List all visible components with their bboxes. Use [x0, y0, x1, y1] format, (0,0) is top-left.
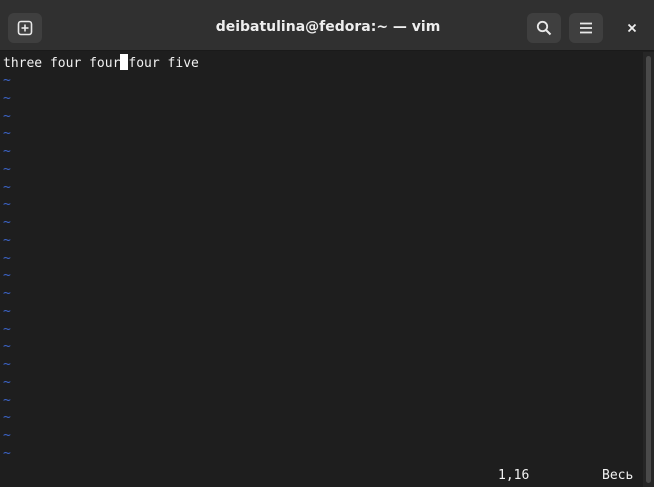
scrollbar-thumb[interactable]: [646, 56, 651, 483]
empty-line-tilde: ~: [3, 374, 11, 390]
empty-line-tilde: ~: [3, 232, 11, 248]
empty-line-tilde: ~: [3, 428, 11, 443]
empty-line-tilde: ~: [3, 215, 11, 230]
empty-line-tilde: ~: [3, 90, 11, 106]
terminal-area[interactable]: three four four four five ~ ~ ~ ~ ~ ~ ~ ~ ~ ~ ~ ~ ~ ~ ~…: [0, 52, 643, 487]
new-tab-button[interactable]: [8, 13, 42, 43]
empty-line-tilde: ~: [3, 250, 11, 266]
terminal-window: deibatulina@fedora:~ — vim three four fo…: [0, 0, 654, 487]
empty-line-tilde: ~: [3, 73, 11, 88]
empty-line-tilde: ~: [3, 286, 11, 301]
empty-line-tilde: ~: [3, 321, 11, 337]
line-text-before-cursor: three four four: [3, 56, 121, 71]
main-menu-button[interactable]: [569, 13, 603, 43]
scrollbar[interactable]: [643, 52, 654, 487]
empty-line-tilde: ~: [3, 268, 11, 284]
new-tab-icon: [17, 20, 33, 36]
empty-line-tilde: ~: [3, 445, 11, 461]
empty-line-tilde: ~: [3, 303, 11, 319]
line-text-after-cursor: four five: [128, 56, 199, 71]
vim-buffer-line-1: three four four four five: [3, 54, 199, 72]
empty-line-tilde: ~: [3, 161, 11, 177]
close-button[interactable]: [620, 16, 644, 40]
empty-line-tilde: ~: [3, 339, 11, 355]
empty-line-tilde: ~: [3, 392, 11, 408]
close-icon: [627, 23, 637, 33]
window-title: deibatulina@fedora:~ — vim: [215, 19, 441, 35]
empty-line-tilde: ~: [3, 126, 11, 142]
cursor-position-indicator: 1,16: [498, 468, 530, 483]
search-icon: [536, 20, 552, 36]
file-position-indicator: Весь: [602, 468, 634, 483]
empty-line-tilde: ~: [3, 357, 11, 372]
header-bar: deibatulina@fedora:~ — vim: [0, 0, 654, 51]
empty-line-tilde: ~: [3, 179, 11, 195]
empty-line-tilde: ~: [3, 108, 11, 124]
empty-line-tilde: ~: [3, 197, 11, 213]
search-button[interactable]: [527, 13, 561, 43]
empty-line-tilde: ~: [3, 144, 11, 159]
empty-line-tilde: ~: [3, 410, 11, 426]
hamburger-menu-icon: [580, 22, 592, 34]
